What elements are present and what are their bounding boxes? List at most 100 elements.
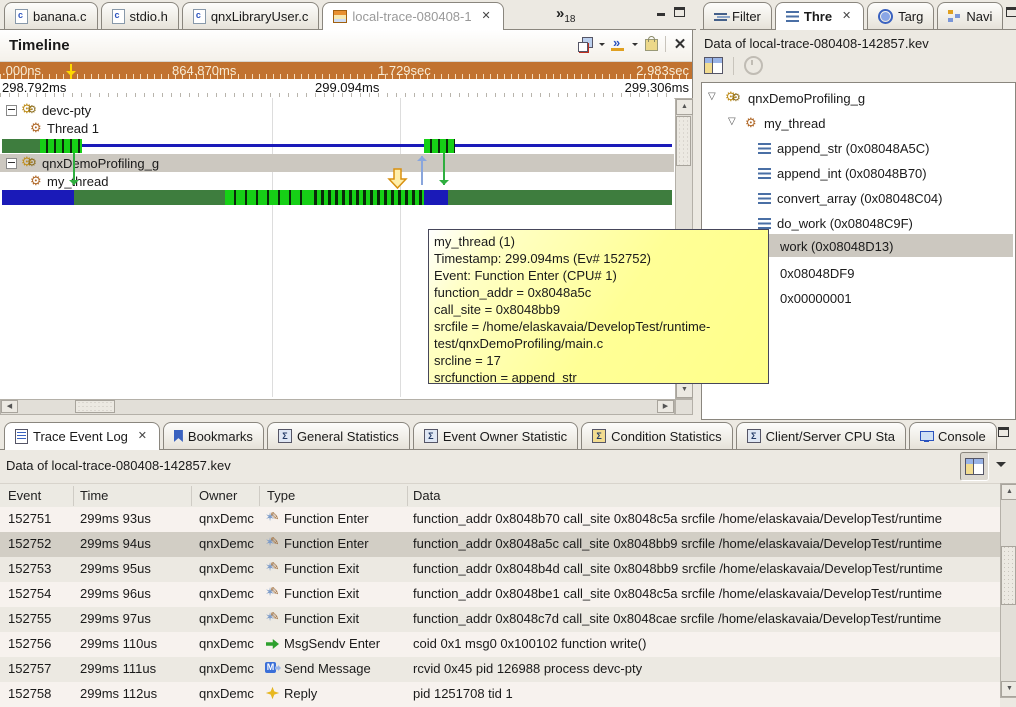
cell-type: Function Enter	[284, 536, 369, 551]
maximize-icon[interactable]	[674, 7, 685, 17]
column-header[interactable]: Time	[80, 488, 108, 503]
column-header[interactable]: Type	[267, 488, 295, 503]
timeline-row-qnxdemoprofiling[interactable]: qnxDemoProfiling_g	[6, 155, 159, 171]
close-tab-icon[interactable]	[136, 430, 149, 443]
view-title: Timeline	[9, 37, 70, 54]
collapse-icon[interactable]	[6, 158, 17, 169]
ruler-tick-label: .000ns	[2, 63, 41, 78]
tab-general-statistics[interactable]: General Statistics	[267, 422, 410, 449]
timeline-ruler-absolute[interactable]: .000ns 864.870ms 1.729sec 2.983sec	[0, 62, 692, 79]
find-events-icon[interactable]	[611, 37, 626, 51]
hidden-tabs-chevron[interactable]: 18	[556, 5, 575, 25]
tab-banana-c[interactable]: banana.c	[4, 2, 98, 29]
tab-trace-event-log[interactable]: Trace Event Log	[4, 422, 160, 450]
table-row[interactable]: 152758 299ms 112us qnxDemc Reply pid 125…	[0, 682, 1000, 707]
tree-item-thread[interactable]: my_thread	[728, 114, 825, 132]
timeline-ruler-zoomed[interactable]: 298.792ms 299.094ms 299.306ms	[0, 79, 692, 99]
sigma-icon	[592, 429, 606, 443]
tab-condition-statistics[interactable]: Condition Statistics	[581, 422, 733, 449]
timeline-row-thread-1[interactable]: Thread 1	[30, 120, 99, 136]
column-header[interactable]: Owner	[199, 488, 237, 503]
tab-label: Targ	[898, 9, 923, 24]
expander-icon[interactable]	[708, 93, 719, 104]
minimize-icon[interactable]	[656, 7, 667, 17]
cell-data: function_addr 0x8048b4d call_site 0x8048…	[413, 561, 998, 576]
column-resizer[interactable]	[259, 486, 260, 506]
tab-target[interactable]: Targ	[867, 2, 934, 29]
table-row[interactable]: 152754 299ms 96us qnxDemc Function Exit …	[0, 582, 1000, 607]
tab-bookmarks[interactable]: Bookmarks	[163, 422, 264, 449]
cell-type: Function Enter	[284, 511, 369, 526]
collapse-icon[interactable]	[6, 105, 17, 116]
timeline-toolbar	[578, 35, 688, 53]
tab-stdio-h[interactable]: stdio.h	[101, 2, 179, 29]
tree-item-function[interactable]: convert_array (0x08048C04)	[758, 189, 942, 207]
column-header[interactable]: Data	[413, 488, 440, 503]
close-tab-icon[interactable]	[480, 10, 493, 23]
bar-segment-events	[310, 190, 424, 205]
cell-type: Function Exit	[284, 586, 359, 601]
trace-bar-my-thread[interactable]	[0, 190, 674, 205]
maximize-icon[interactable]	[1006, 7, 1016, 17]
pane-layout-icon[interactable]	[578, 37, 593, 51]
table-view-toggle-button[interactable]	[960, 452, 989, 481]
scroll-left-icon[interactable]	[1, 400, 18, 413]
tab-event-owner-statistic[interactable]: Event Owner Statistic	[413, 422, 578, 449]
table-row-selected[interactable]: 152752 299ms 94us qnxDemc Function Enter…	[0, 532, 1000, 557]
bookmark-icon	[174, 430, 183, 442]
tree-item-address[interactable]: 0x00000001	[780, 289, 852, 307]
tab-client-server-cpu[interactable]: Client/Server CPU Sta	[736, 422, 906, 449]
dropdown-arrow-icon[interactable]	[632, 43, 638, 49]
tab-console[interactable]: Console	[909, 422, 997, 449]
tab-qnxlibraryuser-c[interactable]: qnxLibraryUser.c	[182, 2, 320, 29]
tree-item-process[interactable]: qnxDemoProfiling_g	[708, 89, 865, 107]
thread-icon	[745, 117, 758, 130]
toolbar-separator	[733, 57, 734, 75]
scroll-up-icon[interactable]	[1001, 484, 1016, 500]
tree-item-function[interactable]: append_str (0x08048A5C)	[758, 139, 930, 157]
function-icon	[758, 143, 771, 154]
trace-bar-thread-1[interactable]	[0, 139, 674, 153]
table-row[interactable]: 152755 299ms 97us qnxDemc Function Exit …	[0, 607, 1000, 632]
tab-navigator[interactable]: Navi	[937, 2, 1003, 29]
scrollbar-thumb[interactable]	[1001, 546, 1016, 605]
tree-item-function-selected[interactable]: work (0x08048D13)	[780, 237, 893, 255]
table-row[interactable]: 152756 299ms 110us qnxDemc MsgSendv Ente…	[0, 632, 1000, 657]
expander-icon[interactable]	[728, 118, 739, 129]
tree-item-function[interactable]: append_int (0x08048B70)	[758, 164, 927, 182]
lock-table-icon[interactable]	[644, 37, 659, 51]
column-resizer[interactable]	[73, 486, 74, 506]
table-vertical-scrollbar[interactable]	[1000, 483, 1016, 698]
tab-label: Navi	[966, 9, 992, 24]
tree-item-address[interactable]: 0x08048DF9	[780, 264, 854, 282]
tab-thread[interactable]: Thre	[775, 2, 864, 30]
scrollbar-thumb[interactable]	[75, 400, 115, 413]
column-header[interactable]: Event	[8, 488, 41, 503]
table-row[interactable]: 152757 299ms 111us qnxDemc Send Message …	[0, 657, 1000, 682]
timeline-row-devc-pty[interactable]: devc-pty	[6, 102, 91, 118]
scroll-up-icon[interactable]	[676, 99, 693, 115]
maximize-icon[interactable]	[998, 427, 1009, 437]
tab-filter[interactable]: Filter	[703, 2, 772, 29]
table-row[interactable]: 152751 299ms 93us qnxDemc Function Enter…	[0, 507, 1000, 532]
scroll-right-icon[interactable]	[657, 400, 674, 413]
cell-time: 299ms 111us	[80, 661, 188, 676]
scroll-down-icon[interactable]	[1001, 681, 1016, 697]
table-row[interactable]: 152753 299ms 95us qnxDemc Function Exit …	[0, 557, 1000, 582]
close-view-icon[interactable]	[672, 35, 688, 53]
view-menu-dropdown-icon[interactable]	[996, 462, 1006, 472]
show-table-icon[interactable]	[704, 57, 723, 74]
close-tab-icon[interactable]	[840, 10, 853, 23]
scroll-down-icon[interactable]	[676, 382, 693, 398]
process-label: devc-pty	[42, 103, 91, 118]
cell-event: 152758	[8, 686, 68, 701]
scrollbar-thumb[interactable]	[676, 116, 691, 166]
tab-local-trace[interactable]: local-trace-080408-1	[322, 2, 503, 30]
cursor-marker-icon[interactable]	[70, 64, 72, 79]
horizontal-scrollbar[interactable]	[0, 399, 675, 415]
column-resizer[interactable]	[191, 486, 192, 506]
dropdown-arrow-icon[interactable]	[599, 43, 605, 49]
tree-item-function[interactable]: do_work (0x08048C9F)	[758, 214, 913, 232]
tab-label: stdio.h	[130, 9, 168, 24]
column-resizer[interactable]	[407, 486, 408, 506]
